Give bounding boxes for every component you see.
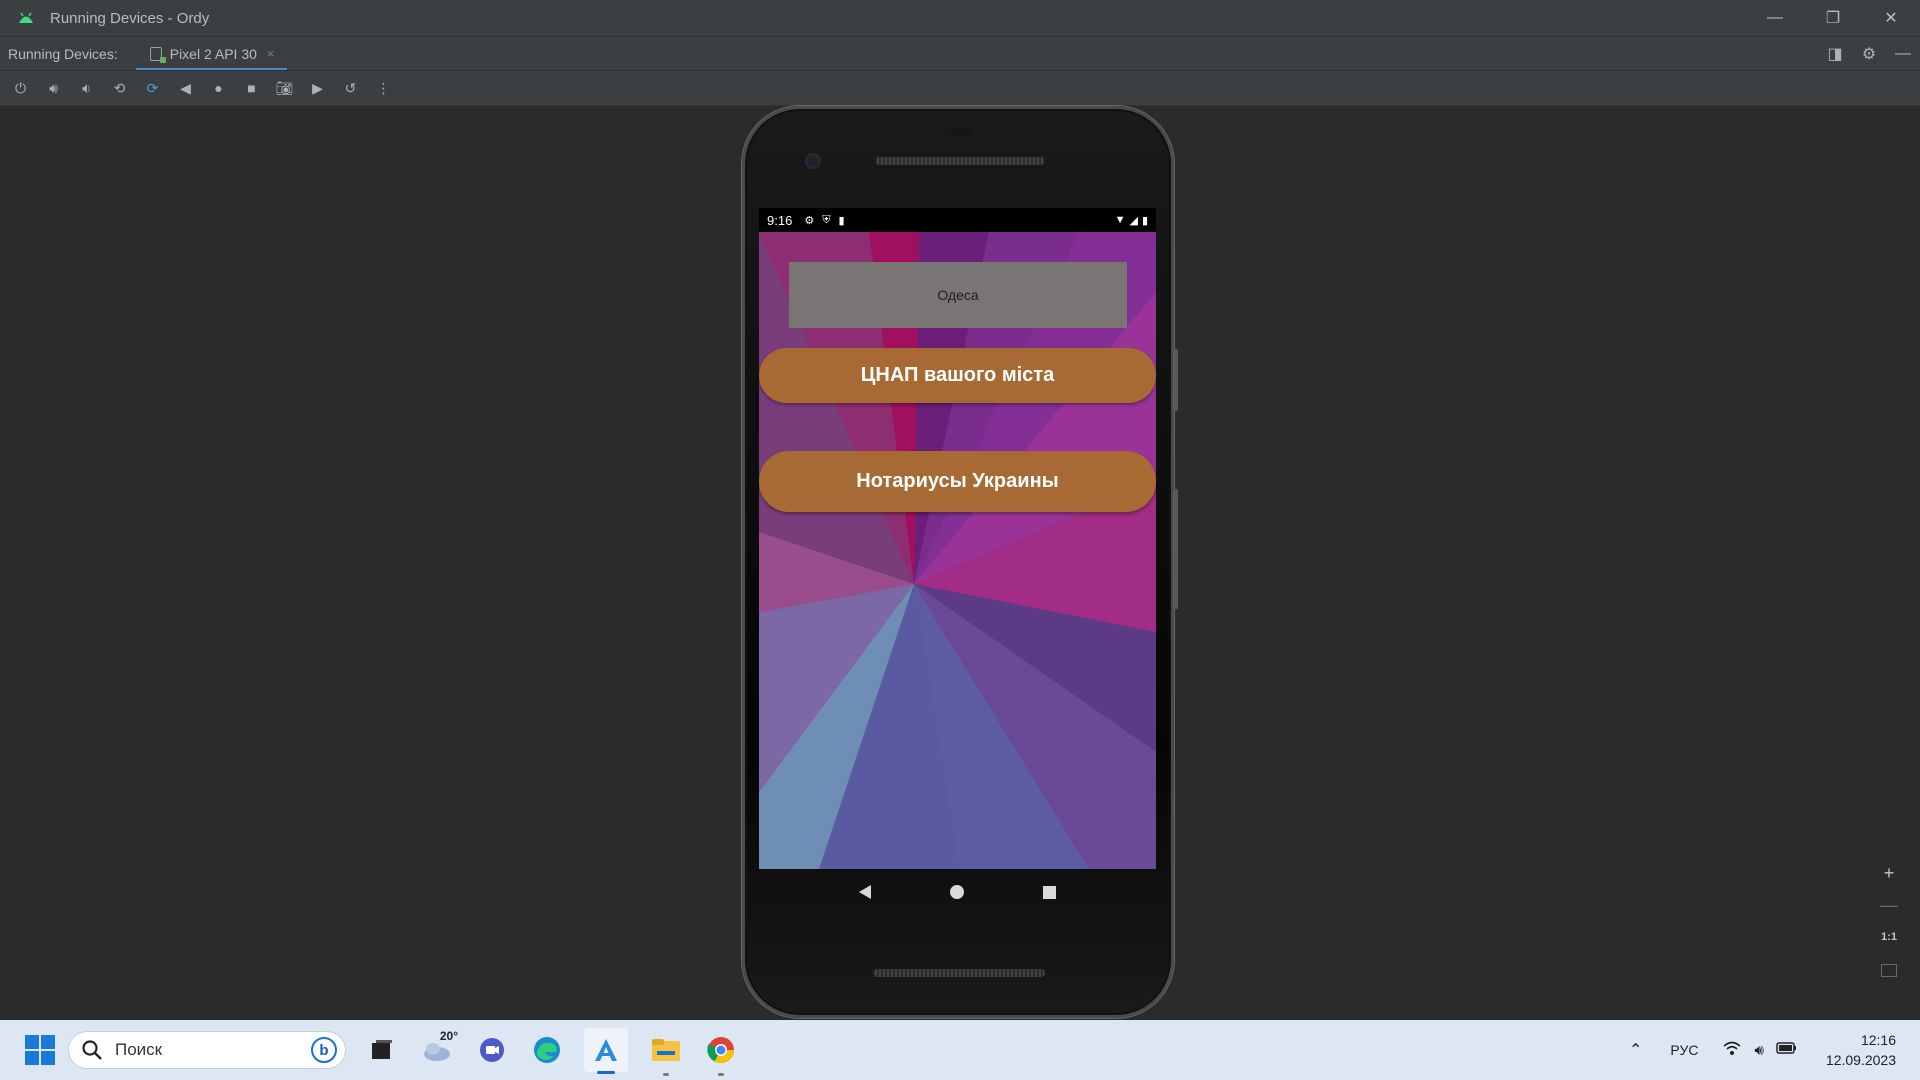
gear-icon[interactable]: ⚙ (1860, 44, 1878, 64)
volume-down-icon[interactable]: 🔉︎ (74, 76, 99, 101)
nav-back-icon[interactable] (858, 885, 871, 899)
nav-home-icon[interactable] (949, 885, 964, 899)
taskbar-apps: 20° (364, 1028, 738, 1076)
signal-icon: ◢ (1129, 214, 1138, 227)
minimize-button[interactable]: — (1746, 0, 1804, 36)
proximity-sensor (945, 127, 973, 135)
status-time: 9:16 (767, 212, 793, 228)
wallpaper: Одеса ЦНАП вашого міста Нотариусы Украин… (759, 232, 1156, 869)
android-studio-taskbar-icon[interactable] (584, 1028, 628, 1074)
clock-date: 12.09.2023 (1825, 1052, 1896, 1068)
weather-temp: 20° (439, 1028, 458, 1043)
volume-up-icon[interactable]: 🔊︎ (41, 76, 66, 101)
wifi-tray-icon[interactable] (1722, 1040, 1742, 1060)
nav-recents-icon[interactable] (1043, 885, 1057, 899)
start-button[interactable] (25, 1035, 55, 1065)
tab-pixel-2-api-30[interactable]: Pixel 2 API 30 × (135, 37, 287, 71)
power-button-hw (1173, 349, 1178, 411)
system-tray: ⌃ РУС 🔊︎ 12:16 12.09.2023 (1629, 1020, 1920, 1080)
tool-window-header: Running Devices: Pixel 2 API 30 × ◨ ⚙ — (0, 36, 1920, 71)
wifi-icon: ▼ (1114, 213, 1126, 226)
zoom-fit-icon[interactable] (1881, 964, 1897, 977)
home-icon[interactable]: ● (206, 76, 231, 101)
earpiece-speaker (875, 157, 1045, 165)
android-nav-bar (759, 869, 1156, 915)
zoom-actual-size-button[interactable]: 1:1 (1881, 926, 1897, 948)
hide-icon[interactable]: — (1894, 45, 1912, 63)
screen-record-icon[interactable]: ▶ (305, 76, 330, 101)
search-placeholder: Поиск (115, 1040, 163, 1059)
power-icon[interactable]: ⏻ (8, 76, 33, 101)
device-icon (149, 46, 166, 63)
zoom-in-button[interactable]: + (1884, 862, 1895, 884)
bing-icon[interactable]: b (311, 1037, 337, 1063)
rotate-left-icon[interactable]: ⟲ (107, 76, 132, 101)
windows-taskbar: Поиск b 20° ⌃ РУС 🔊︎ 12:16 12.09.2023 (0, 1020, 1920, 1080)
notaries-button[interactable]: Нотариусы Украины (759, 451, 1156, 512)
more-icon[interactable]: ⋮ (371, 76, 396, 101)
battery-icon: ▮ (1141, 214, 1148, 227)
zoom-controls: + — 1:1 (1874, 862, 1904, 977)
chrome-icon[interactable] (703, 1033, 738, 1076)
city-field[interactable]: Одеса (789, 262, 1127, 328)
battery-tray-icon[interactable] (1776, 1041, 1798, 1059)
window-controls: — ❐ ✕ (1746, 0, 1920, 36)
rotate-right-icon[interactable]: ⟳ (140, 76, 165, 101)
chevron-up-icon[interactable]: ⌃ (1629, 1040, 1642, 1060)
back-icon[interactable]: ◀ (173, 76, 198, 101)
volume-rocker-hw (1173, 489, 1178, 609)
task-view-icon[interactable] (364, 1033, 399, 1068)
shield-icon: ⛨ (822, 213, 831, 226)
close-button[interactable]: ✕ (1862, 0, 1920, 36)
restore-button[interactable]: ❐ (1804, 0, 1862, 36)
edge-browser-icon[interactable] (529, 1033, 564, 1068)
tool-window-actions: ◨ ⚙ — (1826, 37, 1912, 71)
device-tab-label: Pixel 2 API 30 (169, 45, 257, 62)
search-icon (82, 1040, 102, 1060)
android-status-bar: 9:16 ⚙ ⛨ ▮ ▼ ◢ ▮ (759, 208, 1156, 232)
running-indicator (717, 1072, 724, 1076)
emulator-toolbar: ⏻ 🔊︎ 🔉︎ ⟲ ⟳ ◀ ● ■ 📷︎ ▶ ↺ ⋮ (0, 70, 1920, 106)
settings-icon: ⚙ (804, 214, 815, 227)
zoom-out-button[interactable]: — (1880, 894, 1898, 916)
cnap-button[interactable]: ЦНАП вашого міста (759, 348, 1156, 403)
overview-icon[interactable]: ■ (239, 76, 264, 101)
window-title: Running Devices - Ordy (50, 9, 210, 27)
device-screen[interactable]: 9:16 ⚙ ⛨ ▮ ▼ ◢ ▮ Одеса ЦНАП вашого міста… (759, 208, 1156, 869)
screenshot-icon[interactable]: 📷︎ (272, 76, 297, 101)
volume-tray-icon[interactable]: 🔊︎ (1754, 1042, 1763, 1059)
input-language[interactable]: РУС (1670, 1042, 1698, 1058)
clock-time: 12:16 (1860, 1032, 1896, 1048)
sd-card-icon: ▮ (838, 214, 845, 227)
running-indicator (662, 1072, 669, 1076)
teams-chat-icon[interactable] (474, 1033, 509, 1068)
active-indicator (597, 1071, 615, 1074)
snapshot-icon[interactable]: ↺ (338, 76, 363, 101)
weather-icon[interactable]: 20° (419, 1029, 458, 1068)
front-camera (805, 153, 821, 169)
taskbar-clock[interactable]: 12:16 12.09.2023 (1826, 1030, 1896, 1070)
file-explorer-icon[interactable] (648, 1033, 683, 1076)
android-studio-icon (16, 11, 36, 25)
layout-icon[interactable]: ◨ (1826, 44, 1844, 64)
bottom-speaker (873, 969, 1045, 977)
tab-close-icon[interactable]: × (267, 46, 275, 61)
running-devices-label: Running Devices: (8, 45, 118, 62)
title-bar: Running Devices - Ordy — ❐ ✕ (0, 0, 1920, 36)
taskbar-search[interactable]: Поиск b (68, 1031, 346, 1069)
